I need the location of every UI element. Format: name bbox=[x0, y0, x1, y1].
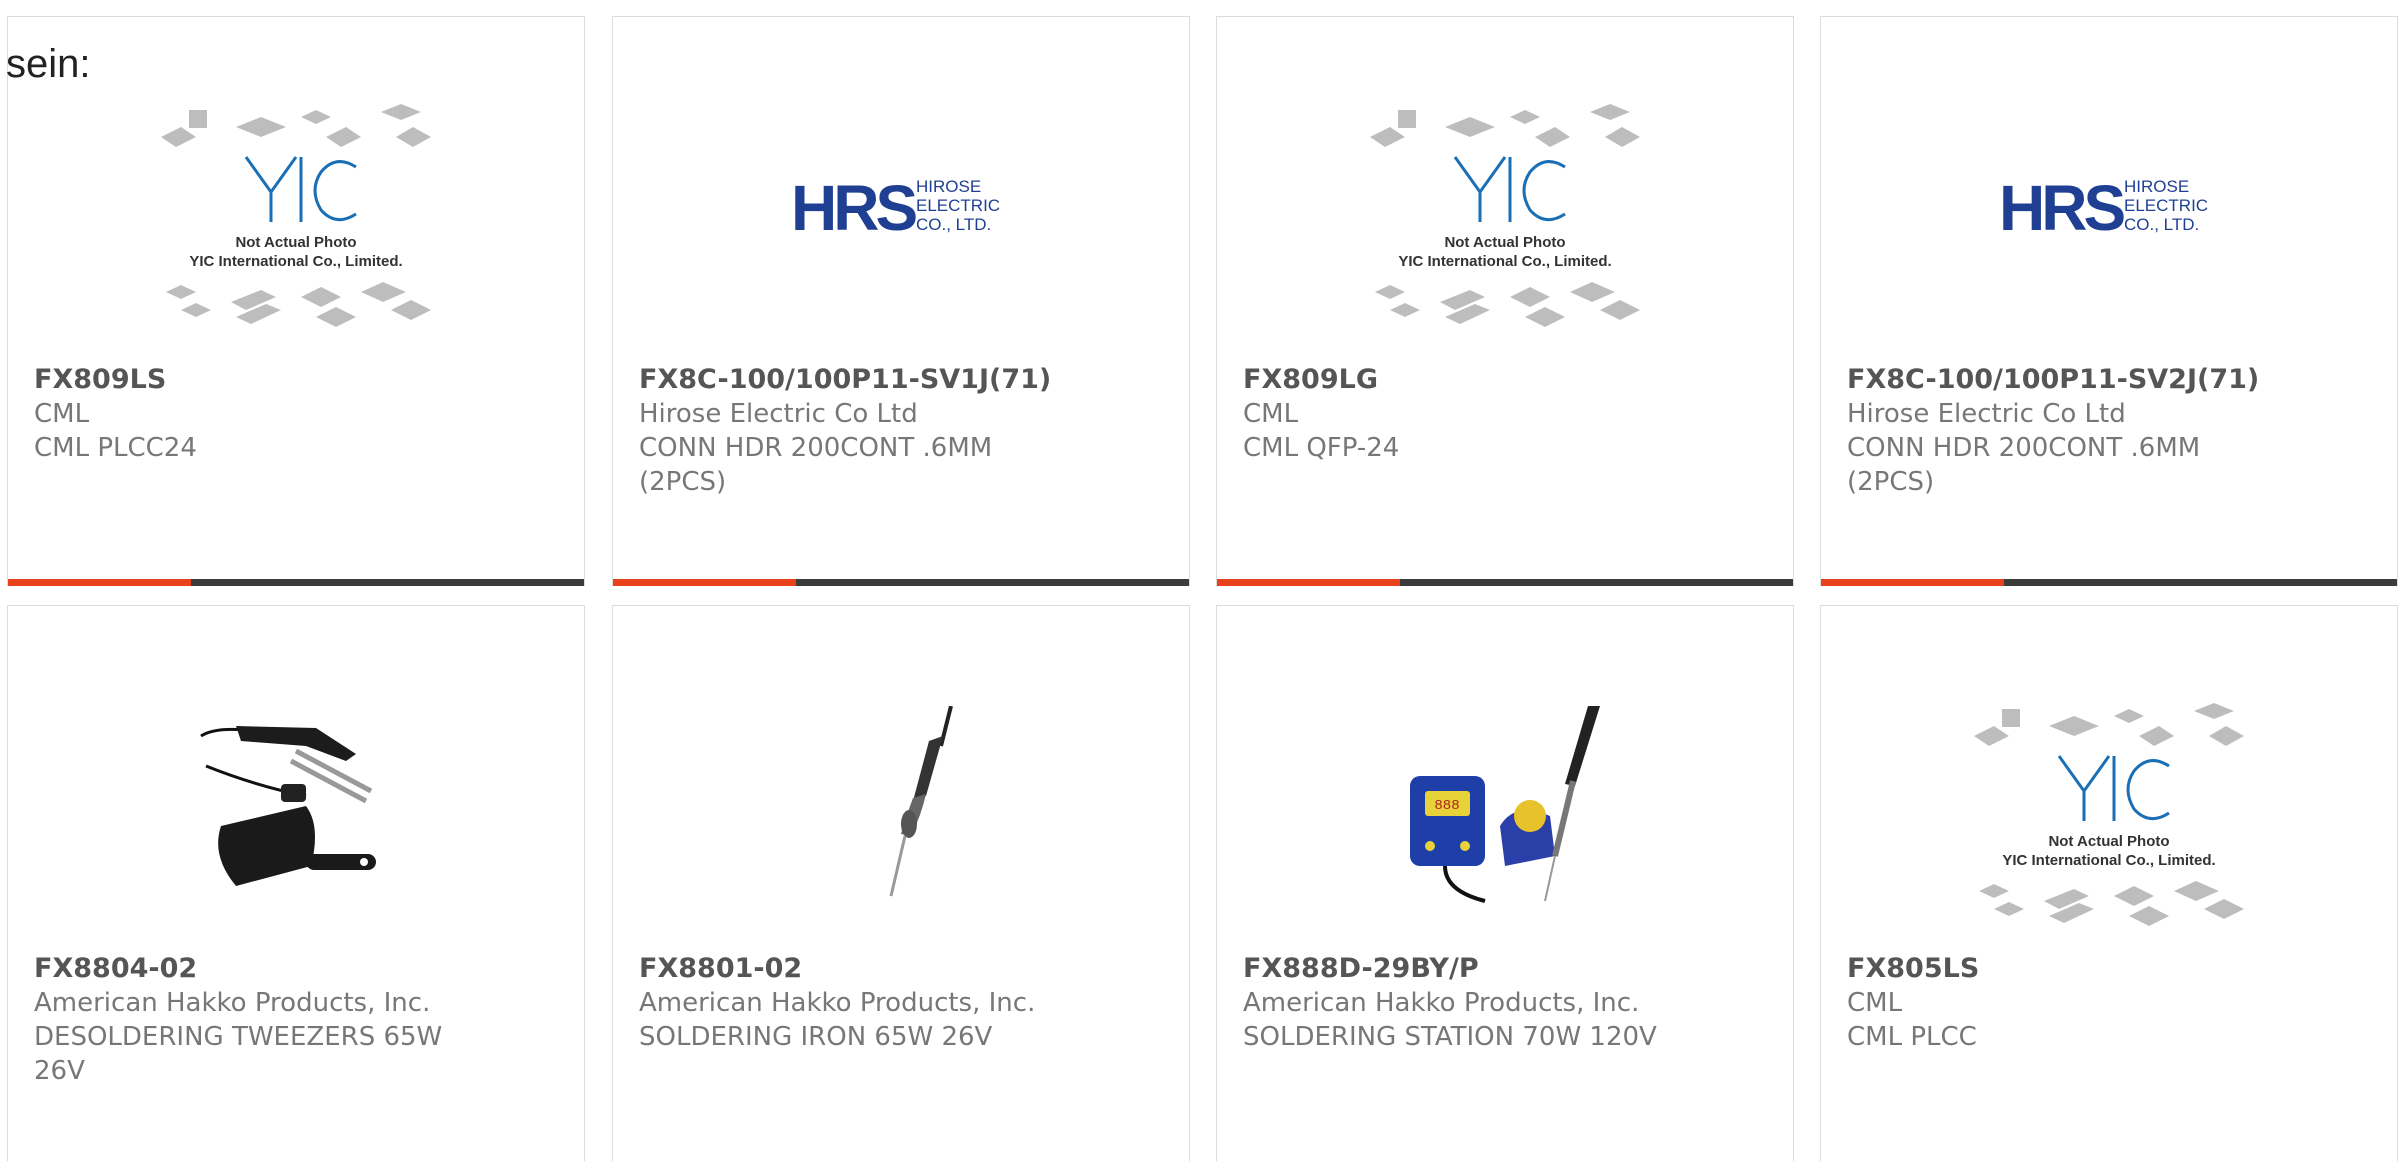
part-number[interactable]: FX8C-100/100P11-SV1J(71) bbox=[639, 363, 1059, 397]
part-number[interactable]: FX8C-100/100P11-SV2J(71) bbox=[1847, 363, 2267, 397]
part-number[interactable]: FX809LG bbox=[1243, 363, 1663, 397]
placeholder-caption-line-2: YIC International Co., Limited. bbox=[2002, 852, 2215, 869]
product-info: FX809LS CML CML PLCC24 bbox=[34, 363, 454, 465]
card-bottom-bar bbox=[1217, 579, 1793, 586]
description: CML PLCC24 bbox=[34, 433, 197, 463]
product-card[interactable]: HRS HIROSE ELECTRIC CO., LTD. FX8C-100/1… bbox=[612, 16, 1190, 586]
product-image[interactable]: Not Actual Photo YIC International Co., … bbox=[8, 47, 584, 367]
soldering-iron-icon bbox=[889, 706, 953, 897]
card-bottom-bar bbox=[613, 579, 1189, 586]
product-info: FX8C-100/100P11-SV1J(71) Hirose Electric… bbox=[639, 363, 1059, 499]
manufacturer: American Hakko Products, Inc. bbox=[34, 988, 431, 1018]
hirose-logo-line-3: CO., LTD. bbox=[2124, 215, 2199, 234]
desoldering-tweezers-icon bbox=[200, 726, 376, 886]
description: CONN HDR 200CONT .6MM (2PCS) bbox=[639, 433, 993, 497]
product-image[interactable]: HRS HIROSE ELECTRIC CO., LTD. bbox=[613, 47, 1189, 367]
part-number[interactable]: FX8801-02 bbox=[639, 952, 1059, 986]
description: DESOLDERING TWEEZERS 65W 26V bbox=[34, 1022, 443, 1086]
description: CML PLCC bbox=[1847, 1022, 1977, 1052]
product-image[interactable]: 888 bbox=[1217, 651, 1793, 961]
product-image[interactable]: HRS HIROSE ELECTRIC CO., LTD. bbox=[1821, 47, 2397, 367]
soldering-station-icon: 888 bbox=[1410, 706, 1600, 903]
placeholder-caption-line-1: Not Actual Photo bbox=[2048, 833, 2169, 850]
product-info: FX8804-02 American Hakko Products, Inc. … bbox=[34, 952, 454, 1088]
card-accent bbox=[8, 579, 191, 586]
hirose-logo-line-2: ELECTRIC bbox=[2124, 196, 2208, 215]
manufacturer: Hirose Electric Co Ltd bbox=[1847, 399, 2126, 429]
hirose-logo-line-2: ELECTRIC bbox=[916, 196, 1000, 215]
product-card[interactable]: Not Actual Photo YIC International Co., … bbox=[1216, 16, 1794, 586]
placeholder-caption-line-2: YIC International Co., Limited. bbox=[1398, 253, 1611, 270]
manufacturer: CML bbox=[1243, 399, 1299, 429]
placeholder-caption-line-1: Not Actual Photo bbox=[1444, 234, 1565, 251]
yic-placeholder-icon: Not Actual Photo YIC International Co., … bbox=[1974, 703, 2244, 926]
manufacturer: American Hakko Products, Inc. bbox=[1243, 988, 1640, 1018]
product-card[interactable]: Not Actual Photo YIC International Co., … bbox=[1820, 605, 2398, 1161]
product-card[interactable]: 888 FX888D-29BY/P American Hakko Product… bbox=[1216, 605, 1794, 1161]
part-number[interactable]: FX888D-29BY/P bbox=[1243, 952, 1663, 986]
card-accent bbox=[613, 579, 796, 586]
hirose-logo-icon: HRS HIROSE ELECTRIC CO., LTD. bbox=[1999, 172, 2208, 242]
yic-placeholder-icon: Not Actual Photo YIC International Co., … bbox=[1370, 104, 1640, 327]
intro-text: sein: bbox=[6, 42, 91, 86]
hirose-logo-mark: HRS bbox=[1999, 172, 2124, 242]
product-info: FX8C-100/100P11-SV2J(71) Hirose Electric… bbox=[1847, 363, 2267, 499]
placeholder-caption-line-2: YIC International Co., Limited. bbox=[189, 253, 402, 270]
product-card[interactable]: HRS HIROSE ELECTRIC CO., LTD. FX8C-100/1… bbox=[1820, 16, 2398, 586]
card-accent bbox=[1821, 579, 2004, 586]
yic-placeholder-icon: Not Actual Photo YIC International Co., … bbox=[161, 104, 431, 327]
hirose-logo-line-3: CO., LTD. bbox=[916, 215, 991, 234]
part-number[interactable]: FX805LS bbox=[1847, 952, 2267, 986]
description: CONN HDR 200CONT .6MM (2PCS) bbox=[1847, 433, 2201, 497]
product-card[interactable]: FX8801-02 American Hakko Products, Inc. … bbox=[612, 605, 1190, 1161]
hirose-logo-line-1: HIROSE bbox=[916, 177, 981, 196]
placeholder-caption-line-1: Not Actual Photo bbox=[235, 234, 356, 251]
product-card[interactable]: Not Actual Photo YIC International Co., … bbox=[7, 16, 585, 586]
card-accent bbox=[1217, 579, 1400, 586]
manufacturer: CML bbox=[34, 399, 90, 429]
product-image[interactable]: Not Actual Photo YIC International Co., … bbox=[1821, 651, 2397, 961]
hirose-logo-mark: HRS bbox=[791, 172, 916, 242]
product-info: FX888D-29BY/P American Hakko Products, I… bbox=[1243, 952, 1663, 1054]
product-info: FX809LG CML CML QFP-24 bbox=[1243, 363, 1663, 465]
product-image[interactable]: Not Actual Photo YIC International Co., … bbox=[1217, 47, 1793, 367]
product-image[interactable] bbox=[613, 651, 1189, 961]
manufacturer: Hirose Electric Co Ltd bbox=[639, 399, 918, 429]
product-card[interactable]: FX8804-02 American Hakko Products, Inc. … bbox=[7, 605, 585, 1161]
part-number[interactable]: FX809LS bbox=[34, 363, 454, 397]
description: SOLDERING IRON 65W 26V bbox=[639, 1022, 993, 1052]
svg-text:888: 888 bbox=[1434, 798, 1459, 814]
description: SOLDERING STATION 70W 120V bbox=[1243, 1022, 1657, 1052]
card-bottom-bar bbox=[1821, 579, 2397, 586]
product-image[interactable] bbox=[8, 651, 584, 961]
description: CML QFP-24 bbox=[1243, 433, 1400, 463]
part-number[interactable]: FX8804-02 bbox=[34, 952, 454, 986]
hirose-logo-line-1: HIROSE bbox=[2124, 177, 2189, 196]
product-info: FX805LS CML CML PLCC bbox=[1847, 952, 2267, 1054]
product-info: FX8801-02 American Hakko Products, Inc. … bbox=[639, 952, 1059, 1054]
manufacturer: CML bbox=[1847, 988, 1903, 1018]
hirose-logo-icon: HRS HIROSE ELECTRIC CO., LTD. bbox=[791, 172, 1000, 242]
manufacturer: American Hakko Products, Inc. bbox=[639, 988, 1036, 1018]
card-bottom-bar bbox=[8, 579, 584, 586]
